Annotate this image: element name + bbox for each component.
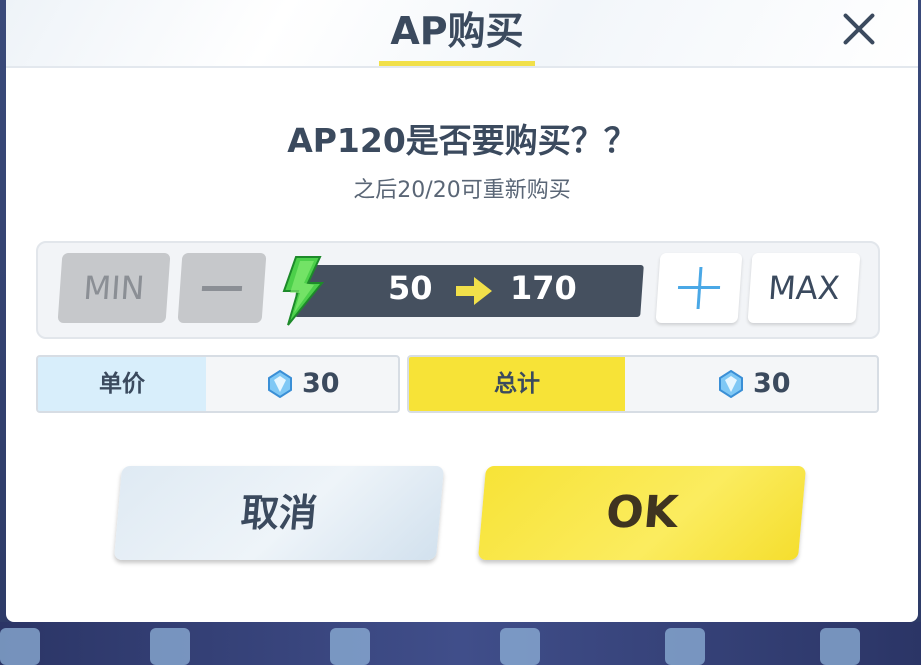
max-button[interactable]: MAX <box>747 253 861 323</box>
unit-price-box: 单价 30 <box>36 355 400 413</box>
background-menu-icon <box>665 628 705 665</box>
right-arrow-icon <box>456 277 492 305</box>
background-menu-icon <box>0 628 40 665</box>
ap-result-value: 170 <box>510 269 577 307</box>
decrement-button[interactable] <box>177 253 267 323</box>
total-price-box: 总计 30 <box>407 355 879 413</box>
cancel-button[interactable]: 取消 <box>113 466 445 560</box>
purchase-question: AP120是否要购买？？ <box>287 121 637 160</box>
total-price-value: 30 <box>753 368 791 399</box>
purchase-subtitle: 之后20/20可重新购买 <box>353 178 571 203</box>
min-button[interactable]: MIN <box>57 253 171 323</box>
dialog-header: AP购买 <box>6 0 918 68</box>
unit-price-label: 单价 <box>38 357 206 411</box>
background-menu-icon <box>820 628 860 665</box>
quantity-stepper: MIN 50 170 MAX <box>36 241 880 339</box>
increment-button[interactable] <box>655 253 743 323</box>
minus-icon <box>201 286 243 291</box>
ok-button[interactable]: OK <box>477 466 807 560</box>
blue-gem-icon <box>719 370 743 398</box>
title-underline <box>379 61 535 66</box>
background-menu-icon <box>330 628 370 665</box>
unit-price-value: 30 <box>302 368 340 399</box>
lightning-bolt-icon <box>282 256 325 326</box>
dialog-title: AP购买 <box>390 9 524 53</box>
background-menu-icon <box>150 628 190 665</box>
background-menu-icon <box>500 628 540 665</box>
ap-purchase-dialog: AP购买 AP120是否要购买？？ 之后20/20可重新购买 MIN 50 17… <box>6 0 918 622</box>
ap-current-value: 50 <box>388 269 433 307</box>
close-icon[interactable] <box>836 6 882 52</box>
total-price-label: 总计 <box>409 357 625 411</box>
background-menu-bar <box>0 622 921 665</box>
blue-gem-icon <box>268 370 292 398</box>
